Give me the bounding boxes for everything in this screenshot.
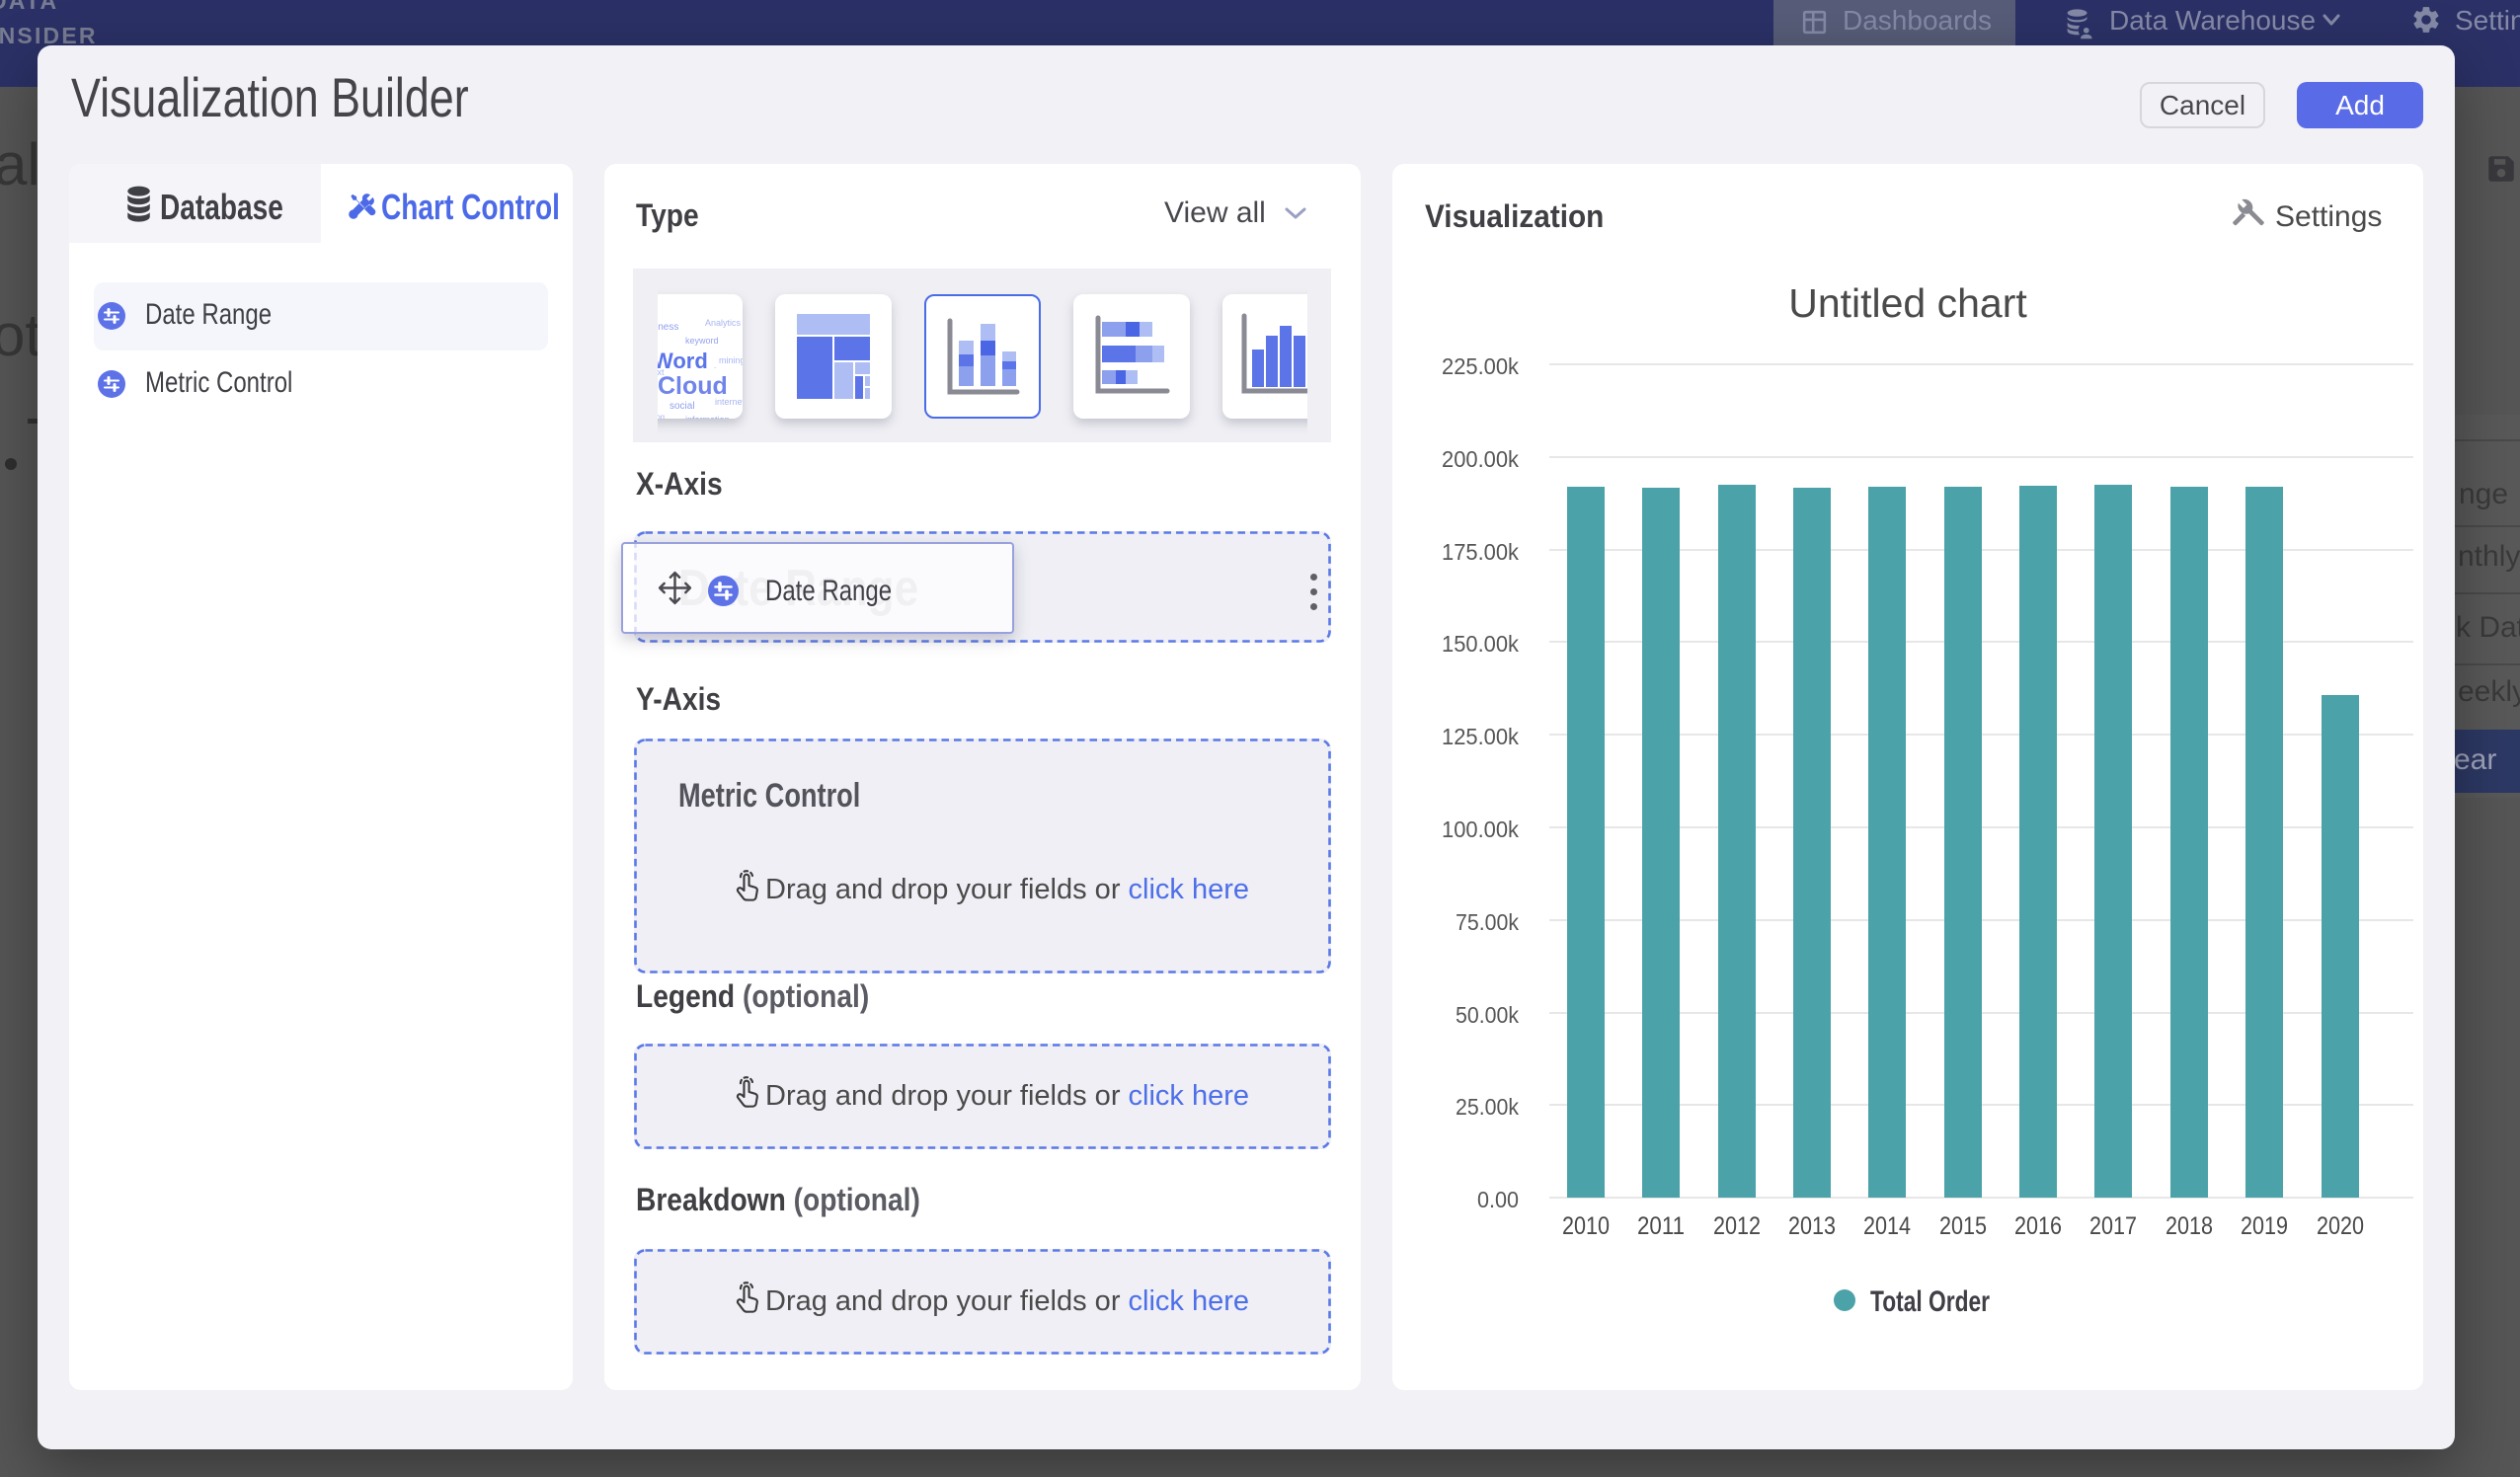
svg-text:75.00k: 75.00k	[1456, 909, 1519, 935]
svg-text:2017: 2017	[2089, 1212, 2137, 1240]
svg-text:200.00k: 200.00k	[1442, 446, 1519, 472]
svg-text:2014: 2014	[1863, 1212, 1911, 1240]
svg-text:225.00k: 225.00k	[1442, 353, 1519, 379]
svg-text:100.00k: 100.00k	[1442, 816, 1519, 842]
svg-text:2016: 2016	[2014, 1212, 2062, 1240]
svg-text:2019: 2019	[2241, 1212, 2288, 1240]
svg-text:2015: 2015	[1939, 1212, 1987, 1240]
svg-text:125.00k: 125.00k	[1442, 724, 1519, 749]
svg-text:25.00k: 25.00k	[1456, 1094, 1519, 1120]
svg-text:175.00k: 175.00k	[1442, 539, 1519, 565]
svg-text:2020: 2020	[2317, 1212, 2364, 1240]
svg-text:Total Order: Total Order	[1870, 1285, 1990, 1318]
svg-text:2018: 2018	[2166, 1212, 2213, 1240]
svg-text:150.00k: 150.00k	[1442, 631, 1519, 657]
svg-text:2013: 2013	[1788, 1212, 1836, 1240]
svg-text:2011: 2011	[1637, 1212, 1685, 1240]
svg-text:0.00: 0.00	[1477, 1187, 1519, 1212]
svg-text:50.00k: 50.00k	[1456, 1002, 1519, 1028]
svg-text:2012: 2012	[1713, 1212, 1761, 1240]
svg-text:2010: 2010	[1562, 1212, 1610, 1240]
svg-text:Untitled chart: Untitled chart	[1788, 280, 2027, 326]
